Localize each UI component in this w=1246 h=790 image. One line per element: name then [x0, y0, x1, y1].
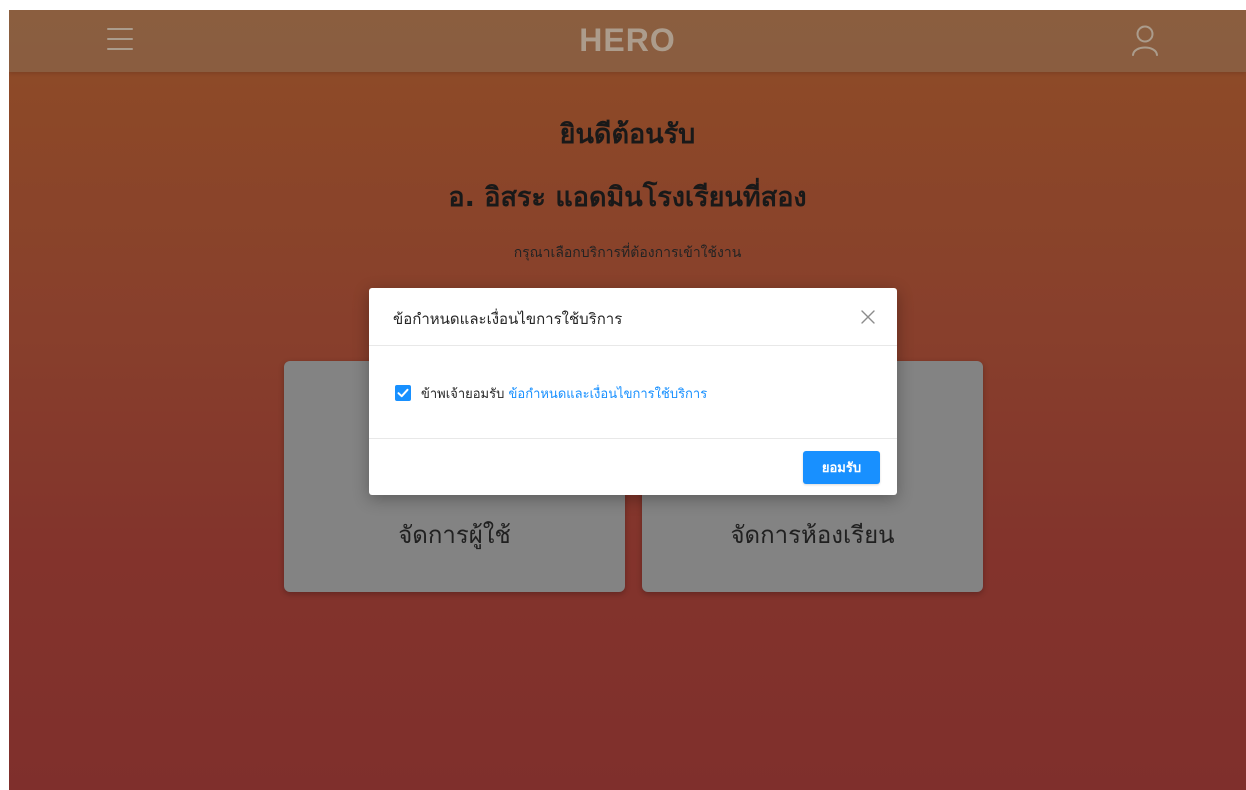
terms-modal: ข้อกำหนดและเงื่อนไขการใช้บริการ ข้าพเจ้า…	[369, 288, 897, 495]
terms-link[interactable]: ข้อกำหนดและเงื่อนไขการใช้บริการ	[509, 387, 708, 402]
modal-title: ข้อกำหนดและเงื่อนไขการใช้บริการ	[393, 310, 623, 328]
app-screen: HERO ยินดีต้อนรับ อ. อิสระ แอดมินโรงเรีย…	[9, 10, 1246, 790]
modal-footer: ยอมรับ	[369, 438, 897, 496]
accept-button[interactable]: ยอมรับ	[803, 451, 880, 484]
modal-header: ข้อกำหนดและเงื่อนไขการใช้บริการ	[369, 288, 897, 346]
modal-body: ข้าพเจ้ายอมรับ ข้อกำหนดและเงื่อนไขการใช้…	[369, 346, 897, 438]
checkmark-icon	[397, 388, 409, 398]
close-icon[interactable]	[861, 310, 875, 324]
agree-prefix: ข้าพเจ้ายอมรับ	[421, 387, 505, 402]
agree-text: ข้าพเจ้ายอมรับ ข้อกำหนดและเงื่อนไขการใช้…	[421, 383, 707, 404]
agree-checkbox[interactable]	[395, 385, 411, 401]
